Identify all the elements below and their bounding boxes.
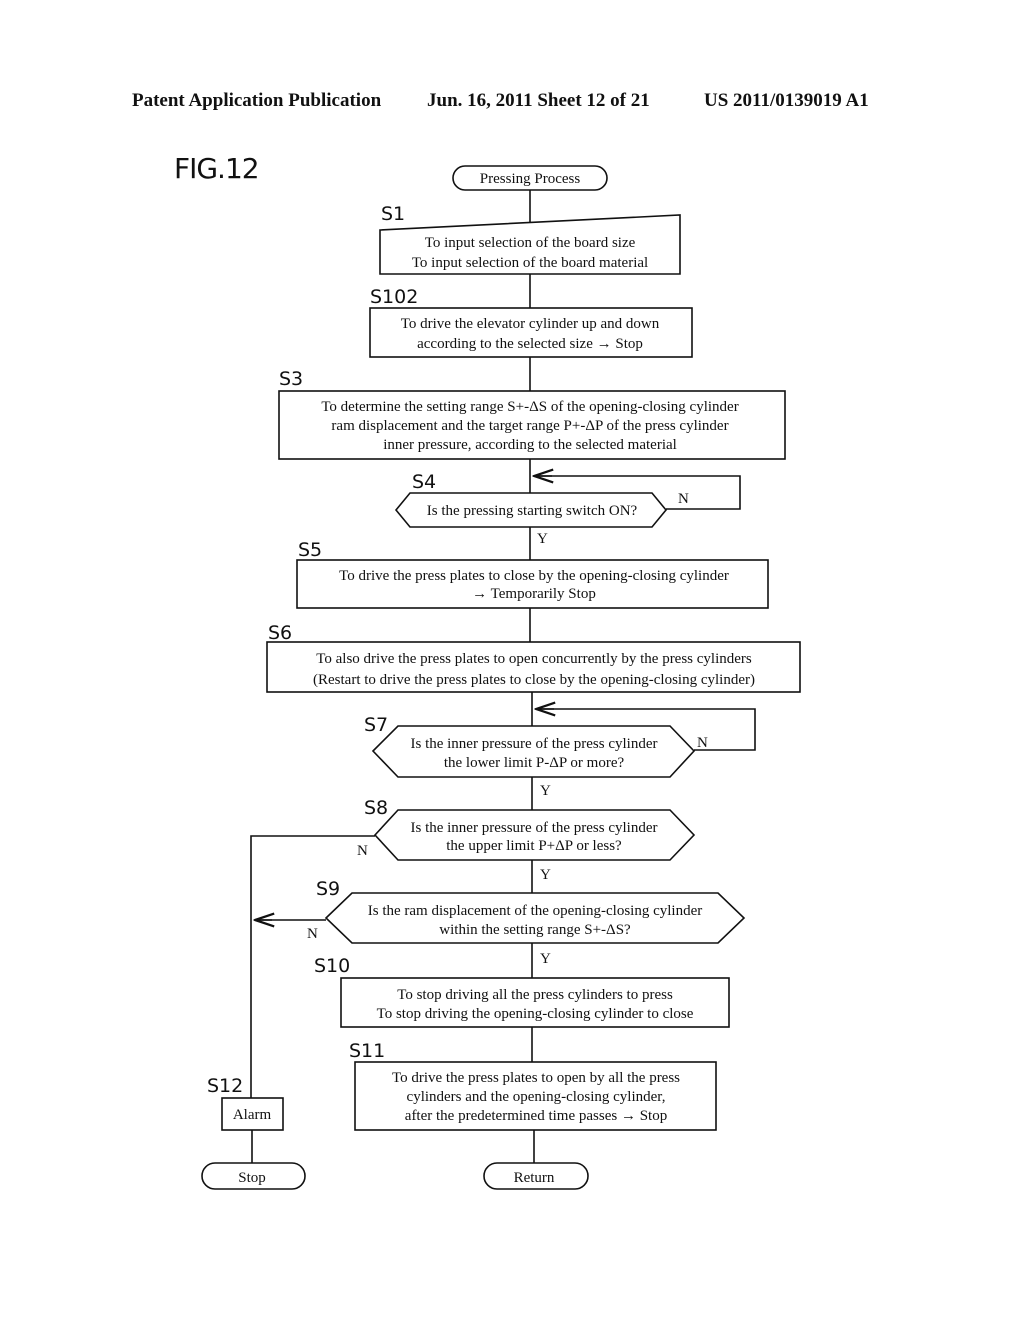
svg-text:Stop: Stop xyxy=(238,1170,266,1186)
svg-text:To also drive the press plates: To also drive the press plates to open c… xyxy=(316,651,752,667)
step-label: S6 xyxy=(268,622,292,644)
svg-text:Is the ram displacement of the: Is the ram displacement of the opening-c… xyxy=(368,903,702,919)
svg-text:cylinders and the opening-clos: cylinders and the opening-closing cylind… xyxy=(407,1089,666,1105)
svg-text:To determine the setting range: To determine the setting range S+-ΔS of … xyxy=(321,399,738,415)
stop-terminator: Stop xyxy=(201,1162,306,1190)
branch-no: N xyxy=(357,843,368,859)
step-label: S8 xyxy=(364,797,388,819)
svg-text:after the predetermined time p: after the predetermined time passes → St… xyxy=(405,1108,667,1124)
start-text: Pressing Process xyxy=(480,171,581,187)
svg-text:To input selection of the boar: To input selection of the board material xyxy=(412,255,648,271)
branch-yes: Y xyxy=(540,783,551,799)
svg-text:To stop driving all the press: To stop driving all the press cylinders … xyxy=(397,987,673,1003)
svg-text:To stop driving the opening-cl: To stop driving the opening-closing cyli… xyxy=(377,1006,694,1022)
svg-text:(Restart to drive the press pl: (Restart to drive the press plates to cl… xyxy=(313,672,755,688)
branch-yes: Y xyxy=(537,531,548,547)
svg-text:Is the inner pressure of the p: Is the inner pressure of the press cylin… xyxy=(410,736,657,752)
decision-s8: S8 Is the inner pressure of the press cy… xyxy=(357,797,696,883)
decision-s4: S4 Is the pressing starting switch ON? N… xyxy=(394,471,689,547)
branch-yes: Y xyxy=(540,867,551,883)
svg-text:inner pressure, according to t: inner pressure, according to the selecte… xyxy=(383,437,677,453)
branch-yes: Y xyxy=(540,951,551,967)
step-label: S3 xyxy=(279,368,303,390)
branch-no: N xyxy=(697,735,708,751)
branch-no: N xyxy=(678,491,689,507)
step-label: S102 xyxy=(370,286,418,308)
step-s10: S10 To stop driving all the press cylind… xyxy=(314,955,730,1028)
svg-text:Alarm: Alarm xyxy=(233,1107,272,1123)
svg-text:within the setting range S+-ΔS: within the setting range S+-ΔS? xyxy=(439,922,631,938)
svg-text:To input selection of the boar: To input selection of the board size xyxy=(425,235,636,251)
step-label: S7 xyxy=(364,714,388,736)
step-label: S4 xyxy=(412,471,436,493)
step-s102: S102 To drive the elevator cylinder up a… xyxy=(369,286,693,358)
decision-s7: S7 Is the inner pressure of the press cy… xyxy=(364,714,708,799)
svg-text:ram displacement and the targe: ram displacement and the target range P+… xyxy=(331,418,728,434)
svg-text:→ Temporarily Stop: → Temporarily Stop xyxy=(472,586,596,602)
step-label: S9 xyxy=(316,878,340,900)
svg-text:To drive the elevator cylinder: To drive the elevator cylinder up and do… xyxy=(401,316,660,332)
decision-s9: S9 Is the ram displacement of the openin… xyxy=(307,878,746,967)
svg-text:Is the inner pressure of the p: Is the inner pressure of the press cylin… xyxy=(410,820,657,836)
svg-text:Return: Return xyxy=(514,1170,555,1186)
step-label: S1 xyxy=(381,203,405,225)
svg-text:the upper limit P+ΔP or less?: the upper limit P+ΔP or less? xyxy=(446,838,622,854)
step-s3: S3 To determine the setting range S+-ΔS … xyxy=(278,368,786,460)
svg-text:To drive the press plates to c: To drive the press plates to close by th… xyxy=(339,568,729,584)
step-s6: S6 To also drive the press plates to ope… xyxy=(266,622,801,693)
svg-text:Is the pressing starting switc: Is the pressing starting switch ON? xyxy=(427,503,638,519)
step-s5: S5 To drive the press plates to close by… xyxy=(296,539,769,609)
svg-text:according to the selected size: according to the selected size → Stop xyxy=(417,336,643,352)
step-s12: S12 Alarm xyxy=(207,1075,284,1131)
svg-text:the lower limit P-ΔP or more?: the lower limit P-ΔP or more? xyxy=(444,755,625,771)
step-label: S5 xyxy=(298,539,322,561)
step-label: S11 xyxy=(349,1040,385,1062)
step-label: S10 xyxy=(314,955,350,977)
step-label: S12 xyxy=(207,1075,243,1097)
svg-text:To drive the press plates to o: To drive the press plates to open by all… xyxy=(392,1070,680,1086)
start-terminator: Pressing Process xyxy=(452,165,608,191)
return-terminator: Return xyxy=(483,1162,589,1190)
branch-no: N xyxy=(307,926,318,942)
flowchart: Pressing Process S1 To input selection o… xyxy=(201,165,801,1190)
